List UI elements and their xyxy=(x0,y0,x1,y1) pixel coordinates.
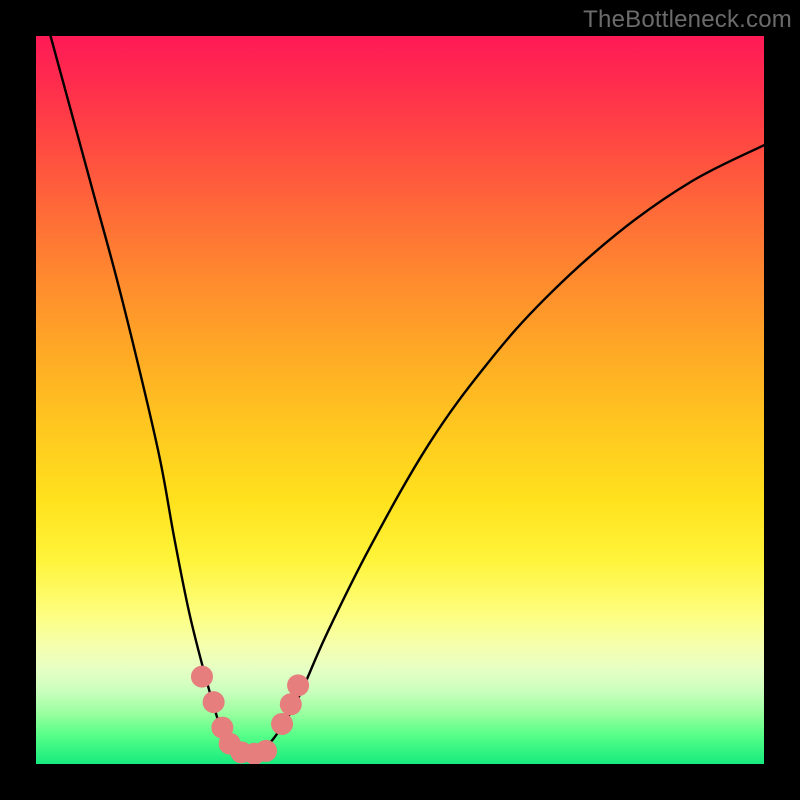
plot-area xyxy=(36,36,764,764)
curve-marker xyxy=(287,674,309,696)
curve-marker xyxy=(271,713,293,735)
bottleneck-curve-svg xyxy=(36,36,764,764)
watermark-text: TheBottleneck.com xyxy=(583,6,792,34)
chart-frame: TheBottleneck.com xyxy=(0,0,800,800)
curve-marker xyxy=(280,693,302,715)
curve-marker xyxy=(203,691,225,713)
curve-marker xyxy=(255,740,277,762)
curve-markers xyxy=(191,666,309,764)
curve-marker xyxy=(191,666,213,688)
bottleneck-curve xyxy=(51,36,764,757)
